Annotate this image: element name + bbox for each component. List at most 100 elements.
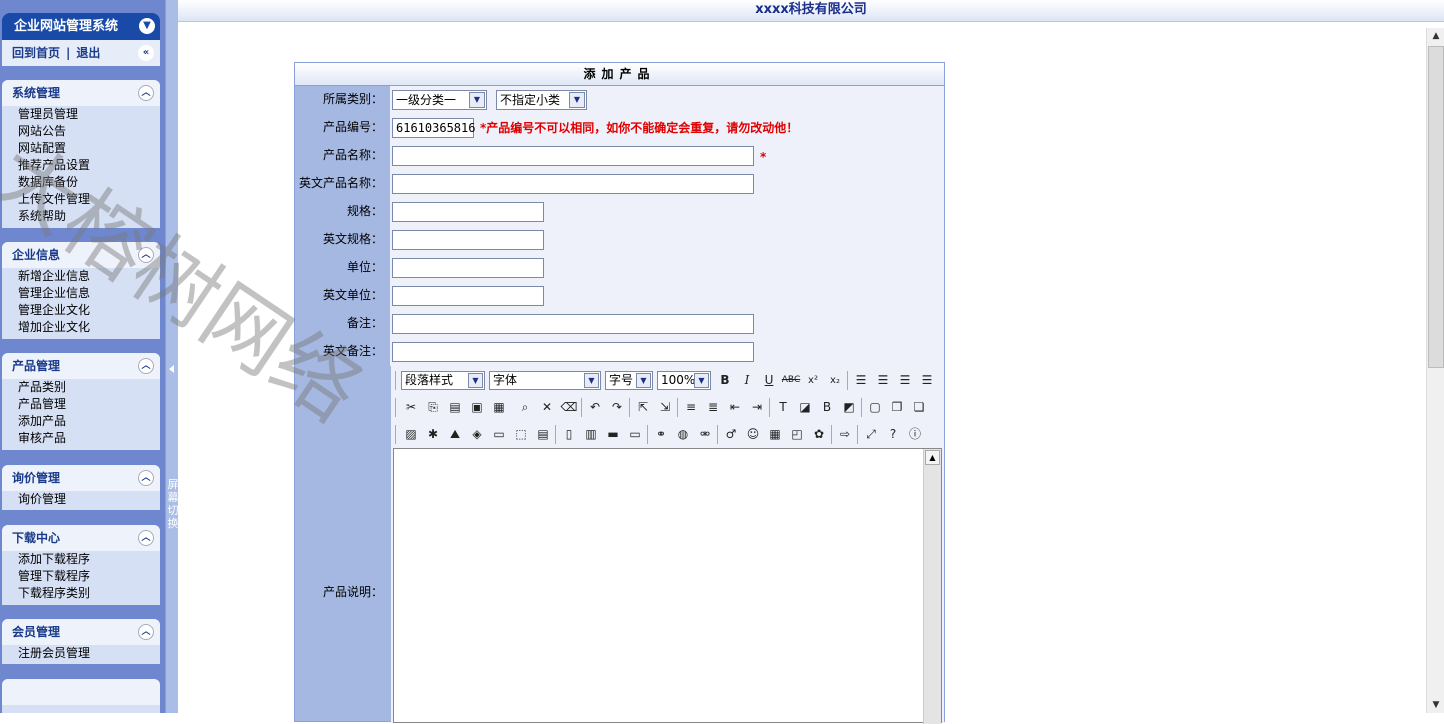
scroll-down-icon[interactable]: ▼ bbox=[1428, 697, 1444, 713]
en-unit-input[interactable] bbox=[392, 286, 544, 306]
sidebar-item-backup[interactable]: 数据库备份 bbox=[2, 174, 160, 191]
globe-icon[interactable]: ◍ bbox=[673, 426, 693, 443]
cut-icon[interactable]: ✂ bbox=[401, 399, 421, 416]
find-icon[interactable]: ⌕ bbox=[515, 399, 535, 416]
delete-icon[interactable]: ✕ bbox=[537, 399, 557, 416]
chevron-down-icon[interactable]: ▼ bbox=[694, 373, 709, 388]
bg-color-icon[interactable]: ◪ bbox=[795, 399, 815, 416]
product-name-input[interactable] bbox=[392, 146, 754, 166]
paste-word-icon[interactable]: ▦ bbox=[489, 399, 509, 416]
sidebar-item-review-product[interactable]: 审核产品 bbox=[2, 430, 160, 447]
subcategory-select[interactable]: 不指定小类 ▼ bbox=[496, 90, 587, 110]
absolute-position-icon[interactable]: ▢ bbox=[865, 399, 885, 416]
export-icon[interactable]: ⇨ bbox=[835, 426, 855, 443]
en-name-input[interactable] bbox=[392, 174, 754, 194]
media-icon[interactable]: ⛰ bbox=[445, 426, 465, 443]
chevron-up-icon[interactable]: ︿ bbox=[138, 470, 154, 486]
form-icon[interactable]: ▥ bbox=[581, 426, 601, 443]
collapse-arrow-icon[interactable] bbox=[169, 365, 174, 373]
scroll-up-icon[interactable]: ▲ bbox=[1428, 28, 1444, 44]
sidebar-item-manage-download[interactable]: 管理下载程序 bbox=[2, 568, 160, 585]
redo-icon[interactable]: ↷ bbox=[607, 399, 627, 416]
unlink-icon[interactable]: ⚮ bbox=[695, 426, 715, 443]
sidebar-item-download-category[interactable]: 下载程序类别 bbox=[2, 585, 160, 602]
chevron-down-icon[interactable]: ▼ bbox=[584, 373, 599, 388]
group-header-company[interactable]: 企业信息 ︿ bbox=[2, 242, 160, 268]
copy-icon[interactable]: ⎘ bbox=[423, 399, 443, 416]
paragraph-style-select[interactable]: 段落样式 ▼ bbox=[401, 371, 485, 390]
marquee-icon[interactable]: ▭ bbox=[625, 426, 645, 443]
deselect-icon[interactable]: ⇲ bbox=[655, 399, 675, 416]
scroll-thumb[interactable] bbox=[1428, 46, 1444, 368]
sidebar-item-add-culture[interactable]: 增加企业文化 bbox=[2, 319, 160, 336]
text-color-icon[interactable]: T bbox=[773, 399, 793, 416]
sidebar-item-admin[interactable]: 管理员管理 bbox=[2, 106, 160, 123]
chevron-down-icon[interactable]: ▼ bbox=[569, 92, 585, 108]
strikethrough-icon[interactable]: ABC bbox=[781, 372, 801, 389]
category-select[interactable]: 一级分类一 ▼ bbox=[392, 90, 487, 110]
product-code-input[interactable]: 61610365816 bbox=[392, 118, 475, 138]
sidebar-item-help[interactable]: 系统帮助 bbox=[2, 208, 160, 225]
remove-format-icon[interactable]: ◩ bbox=[839, 399, 859, 416]
sidebar-item-add-product[interactable]: 添加产品 bbox=[2, 413, 160, 430]
chevron-down-icon[interactable]: ▼ bbox=[469, 92, 485, 108]
double-chevron-left-icon[interactable]: « bbox=[138, 45, 154, 61]
group-header-download[interactable]: 下载中心 ︿ bbox=[2, 525, 160, 551]
font-size-select[interactable]: 字号 ▼ bbox=[605, 371, 653, 390]
scroll-up-icon[interactable]: ▲ bbox=[925, 450, 940, 465]
italic-icon[interactable]: I bbox=[737, 372, 757, 389]
chevron-down-icon[interactable]: ▼ bbox=[636, 373, 651, 388]
group-header-system[interactable]: 系统管理 ︿ bbox=[2, 80, 160, 106]
symbol-icon[interactable]: ♂ bbox=[721, 426, 741, 443]
en-remark-input[interactable] bbox=[392, 342, 754, 362]
collapse-all-icon[interactable]: ▼ bbox=[139, 18, 155, 34]
date-icon[interactable]: ▦ bbox=[765, 426, 785, 443]
sidebar-item-upload[interactable]: 上传文件管理 bbox=[2, 191, 160, 208]
time-icon[interactable]: ◰ bbox=[787, 426, 807, 443]
chevron-up-icon[interactable]: ︿ bbox=[138, 85, 154, 101]
ordered-list-icon[interactable]: ≡ bbox=[681, 399, 701, 416]
unordered-list-icon[interactable]: ≣ bbox=[703, 399, 723, 416]
chevron-up-icon[interactable]: ︿ bbox=[138, 530, 154, 546]
layer-icon[interactable]: ▯ bbox=[559, 426, 579, 443]
screen-switch-label[interactable]: 屏幕切换 bbox=[167, 478, 179, 530]
chevron-down-icon[interactable]: ▼ bbox=[468, 373, 483, 388]
sidebar-item-manage-culture[interactable]: 管理企业文化 bbox=[2, 302, 160, 319]
chevron-up-icon[interactable]: ︿ bbox=[138, 247, 154, 263]
spec-input[interactable] bbox=[392, 202, 544, 222]
sidebar-item-member[interactable]: 注册会员管理 bbox=[2, 645, 160, 662]
paste-text-icon[interactable]: ▣ bbox=[467, 399, 487, 416]
undo-icon[interactable]: ↶ bbox=[585, 399, 605, 416]
en-spec-input[interactable] bbox=[392, 230, 544, 250]
paste-icon[interactable]: ▤ bbox=[445, 399, 465, 416]
chevron-up-icon[interactable]: ︿ bbox=[138, 624, 154, 640]
align-right-icon[interactable]: ☰ bbox=[895, 372, 915, 389]
group-header-product[interactable]: 产品管理 ︿ bbox=[2, 353, 160, 379]
editor-scrollbar[interactable]: ▲ bbox=[923, 449, 941, 724]
special-icon[interactable]: ✿ bbox=[809, 426, 829, 443]
group-header-inquiry[interactable]: 询价管理 ︿ bbox=[2, 465, 160, 491]
forward-icon[interactable]: ❐ bbox=[887, 399, 907, 416]
subscript-icon[interactable]: x₂ bbox=[825, 372, 845, 389]
justify-icon[interactable]: ☰ bbox=[917, 372, 937, 389]
info-icon[interactable]: ⓘ bbox=[905, 426, 925, 443]
outdent-icon[interactable]: ⇤ bbox=[725, 399, 745, 416]
link-icon[interactable]: ⚭ bbox=[651, 426, 671, 443]
file-icon[interactable]: ◈ bbox=[467, 426, 487, 443]
grid-icon[interactable]: ▤ bbox=[533, 426, 553, 443]
sidebar-item-add-company[interactable]: 新增企业信息 bbox=[2, 268, 160, 285]
sidebar-item-manage-company[interactable]: 管理企业信息 bbox=[2, 285, 160, 302]
superscript-icon[interactable]: x² bbox=[803, 372, 823, 389]
sidebar-splitter[interactable]: 屏幕切换 bbox=[165, 0, 179, 713]
logout-link[interactable]: 退出 bbox=[76, 46, 100, 60]
sidebar-item-product-manage[interactable]: 产品管理 bbox=[2, 396, 160, 413]
chevron-up-icon[interactable]: ︿ bbox=[138, 358, 154, 374]
eraser-icon[interactable]: ⌫ bbox=[559, 399, 579, 416]
group-header-member[interactable]: 会员管理 ︿ bbox=[2, 619, 160, 645]
home-link[interactable]: 回到首页 bbox=[12, 46, 60, 60]
remark-input[interactable] bbox=[392, 314, 754, 334]
sidebar-item-product-category[interactable]: 产品类别 bbox=[2, 379, 160, 396]
table-icon[interactable]: ▭ bbox=[489, 426, 509, 443]
align-center-icon[interactable]: ☰ bbox=[873, 372, 893, 389]
sidebar-item-inquiry[interactable]: 询价管理 bbox=[2, 491, 160, 508]
